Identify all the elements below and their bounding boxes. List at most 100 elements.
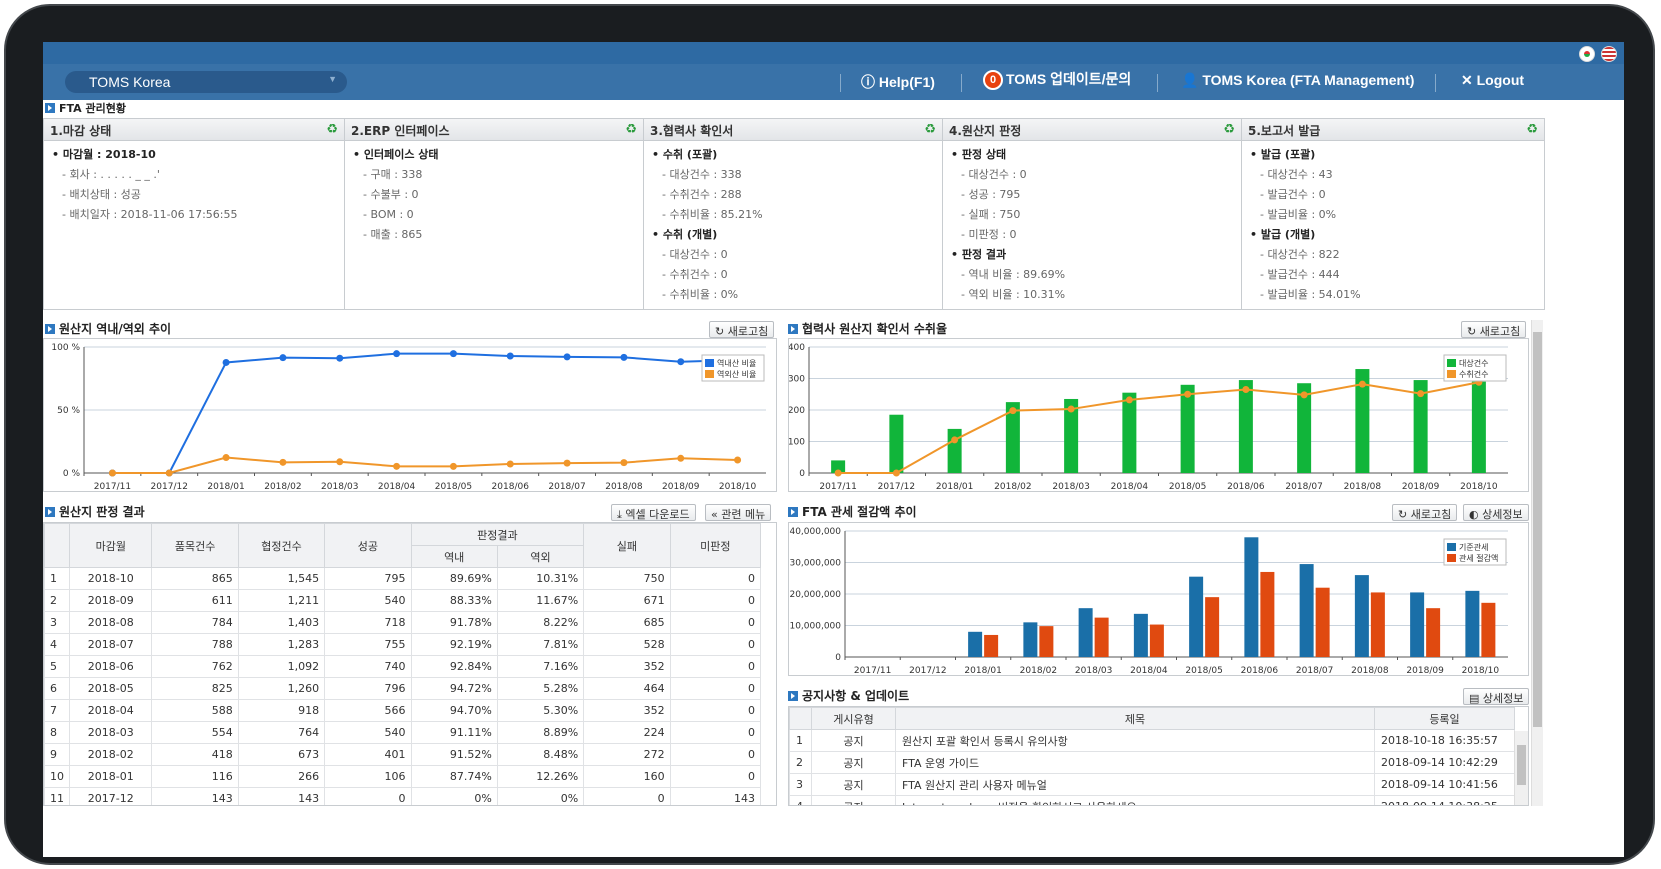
- table-row[interactable]: 9 2018-02 418 673 401 91.52% 8.48% 272 0: [44, 743, 762, 766]
- legend-label: 역외산 비율: [717, 369, 756, 379]
- table-cell: 740: [324, 655, 412, 678]
- company-select[interactable]: TOMS Korea ▼: [65, 71, 347, 93]
- scrollbar-thumb[interactable]: [1533, 332, 1542, 727]
- user-menu[interactable]: 👤 TOMS Korea (FTA Management): [1181, 72, 1414, 89]
- col-type[interactable]: 게시유형: [811, 707, 896, 730]
- col-index: [789, 707, 812, 730]
- app-screen: TOMS Korea ▼ ⓘ Help(F1) 0 TOMS 업데이트/문의 👤 T…: [43, 42, 1624, 857]
- logout-button[interactable]: ✕ Logout: [1461, 72, 1524, 89]
- bar: [1426, 608, 1441, 657]
- data-point: [279, 458, 287, 466]
- notice-scrollbar[interactable]: [1514, 731, 1528, 805]
- table-cell: 143: [669, 787, 762, 805]
- help-button[interactable]: ⓘ Help(F1): [861, 72, 935, 92]
- savings-detail-button[interactable]: ◐ 상세정보: [1463, 504, 1529, 521]
- trend-refresh-button[interactable]: ↻ 새로고침: [709, 321, 775, 338]
- page-scrollbar[interactable]: [1531, 320, 1543, 806]
- trend-chart: 0 % 50 % 100 % 2017/11 2017/12 2018/01 2018/02…: [51, 343, 766, 492]
- table-cell: 공지: [811, 729, 896, 752]
- panel-heading: • 마감월 : 2018-10: [52, 148, 156, 161]
- table-cell: 2018-03: [69, 721, 153, 744]
- col-inside[interactable]: 역내: [410, 545, 498, 568]
- table-cell: 8: [44, 721, 71, 744]
- table-cell: 11.67%: [496, 589, 585, 612]
- section-arrow-icon: [788, 691, 798, 701]
- table-row[interactable]: 3 2018-08 784 1,403 718 91.78% 8.22% 685 0: [44, 611, 762, 634]
- table-cell: 5: [44, 655, 71, 678]
- bar: [1122, 392, 1137, 473]
- panel-body: • 판정 상태 - 대상건수 : 0 - 성공 : 795 - 실패 : 750 - 미…: [943, 141, 1241, 309]
- receipt-refresh-button[interactable]: ↻ 새로고침: [1461, 321, 1527, 338]
- notice-row[interactable]: 2 공지 FTA 운영 가이드 2018-09-14 10:42:29: [789, 751, 1515, 774]
- table-row[interactable]: 11 2017-12 143 143 0 0% 0% 0 143: [44, 787, 762, 805]
- refresh-icon[interactable]: ♻: [625, 122, 637, 137]
- savings-refresh-button[interactable]: ↻ 새로고침: [1392, 504, 1458, 521]
- update-inquiry-button[interactable]: 0 TOMS 업데이트/문의: [983, 69, 1131, 91]
- legend-swatch: [1447, 554, 1456, 562]
- table-cell: 673: [237, 743, 326, 766]
- table-cell: 0: [669, 633, 762, 656]
- panel-line: - 배치일자 : 2018-11-06 17:56:55: [62, 208, 238, 221]
- related-menu-button[interactable]: « 관련 메뉴: [705, 504, 772, 521]
- x-tick-label: 2018/02: [994, 482, 1031, 491]
- data-point: [734, 456, 742, 464]
- table-cell: 2: [789, 751, 812, 774]
- col-outside[interactable]: 역외: [496, 545, 585, 568]
- refresh-icon[interactable]: ♻: [326, 122, 338, 137]
- table-cell: 755: [324, 633, 412, 656]
- notice-row[interactable]: 4공지Internet explorer 버전을 확인하시고 사용하세요2018…: [789, 795, 1515, 805]
- panel-heading: • 수취 (개별): [652, 228, 718, 241]
- col-agreements[interactable]: 협정건수: [237, 523, 326, 568]
- col-month[interactable]: 마감월: [69, 523, 153, 568]
- panel-line: - 발급건수 : 444: [1260, 268, 1340, 281]
- savings-title-text: FTA 관세 절감액 추이: [802, 505, 917, 519]
- panel-heading: • 인터페이스 상태: [353, 148, 439, 161]
- help-label: Help(F1): [878, 74, 935, 90]
- notice-row[interactable]: 3 공지 FTA 원산지 관리 사용자 메뉴얼 2018-09-14 10:41:56: [789, 773, 1515, 796]
- table-cell: 6: [44, 677, 71, 700]
- table-cell: 7.16%: [496, 655, 585, 678]
- table-cell: 2018-04: [69, 699, 153, 722]
- table-row[interactable]: 6 2018-05 825 1,260 796 94.72% 5.28% 464 0: [44, 677, 762, 700]
- table-cell: FTA 운영 가이드: [895, 751, 1375, 774]
- notice-row[interactable]: 1 공지 원산지 포괄 확인서 등록시 유의사항 2018-10-18 16:35:5…: [789, 729, 1515, 752]
- col-subject[interactable]: 제목: [895, 707, 1375, 730]
- y-tick-label: 50 %: [57, 406, 80, 416]
- table-row[interactable]: 7 2018-04 588 918 566 94.70% 5.30% 352 0: [44, 699, 762, 722]
- table-cell: 9: [44, 743, 71, 766]
- panel-closing-status: 1.마감 상태 ♻ • 마감월 : 2018-10 - 회사 : . . . . .…: [44, 119, 345, 309]
- col-undetermined[interactable]: 미판정: [669, 523, 762, 568]
- refresh-icon[interactable]: ♻: [1526, 122, 1538, 137]
- data-point: [834, 469, 842, 477]
- korean-flag-icon[interactable]: [1579, 46, 1595, 62]
- section-arrow-icon: [45, 103, 55, 113]
- table-cell: 750: [583, 567, 671, 590]
- table-cell: 4: [789, 795, 812, 805]
- y-tick-label: 10,000,000: [789, 622, 841, 632]
- table-cell: 7: [44, 699, 71, 722]
- table-cell: 10: [44, 765, 71, 788]
- table-row[interactable]: 10 2018-01 116 266 106 87.74% 12.26% 160 0: [44, 765, 762, 788]
- table-row[interactable]: 8 2018-03 554 764 540 91.11% 8.89% 224 0: [44, 721, 762, 744]
- col-items[interactable]: 품목건수: [151, 523, 239, 568]
- panel-title: 2.ERP 인터페이스 ♻: [345, 119, 643, 141]
- table-row[interactable]: 1 2018-10 865 1,545 795 89.69% 10.31% 750 0: [44, 567, 762, 590]
- table-row[interactable]: 2 2018-09 611 1,211 540 88.33% 11.67% 671 0: [44, 589, 762, 612]
- x-tick-label: 2018/02: [1020, 666, 1057, 675]
- col-fail[interactable]: 실패: [583, 523, 671, 568]
- table-row[interactable]: 5 2018-06 762 1,092 740 92.84% 7.16% 352 0: [44, 655, 762, 678]
- scrollbar-thumb[interactable]: [1517, 745, 1526, 785]
- table-cell: 2018-10: [69, 567, 153, 590]
- refresh-icon[interactable]: ♻: [924, 122, 936, 137]
- table-cell: 0: [583, 787, 671, 805]
- x-tick-label: 2018/03: [1052, 482, 1089, 491]
- excel-download-button[interactable]: ⤓ 엑셀 다운로드: [611, 504, 696, 521]
- col-date[interactable]: 등록일: [1374, 707, 1515, 730]
- us-flag-icon[interactable]: [1601, 46, 1617, 62]
- table-row[interactable]: 4 2018-07 788 1,283 755 92.19% 7.81% 528 0: [44, 633, 762, 656]
- section-arrow-icon: [788, 507, 798, 517]
- refresh-icon[interactable]: ♻: [1223, 122, 1235, 137]
- notice-detail-button[interactable]: ▤ 상세정보: [1463, 688, 1530, 705]
- col-success[interactable]: 성공: [324, 523, 412, 568]
- notice-table: 게시유형 제목 등록일 1 공지 원산지 포괄 확인서 등록시 유의사항 2018-1…: [789, 707, 1515, 805]
